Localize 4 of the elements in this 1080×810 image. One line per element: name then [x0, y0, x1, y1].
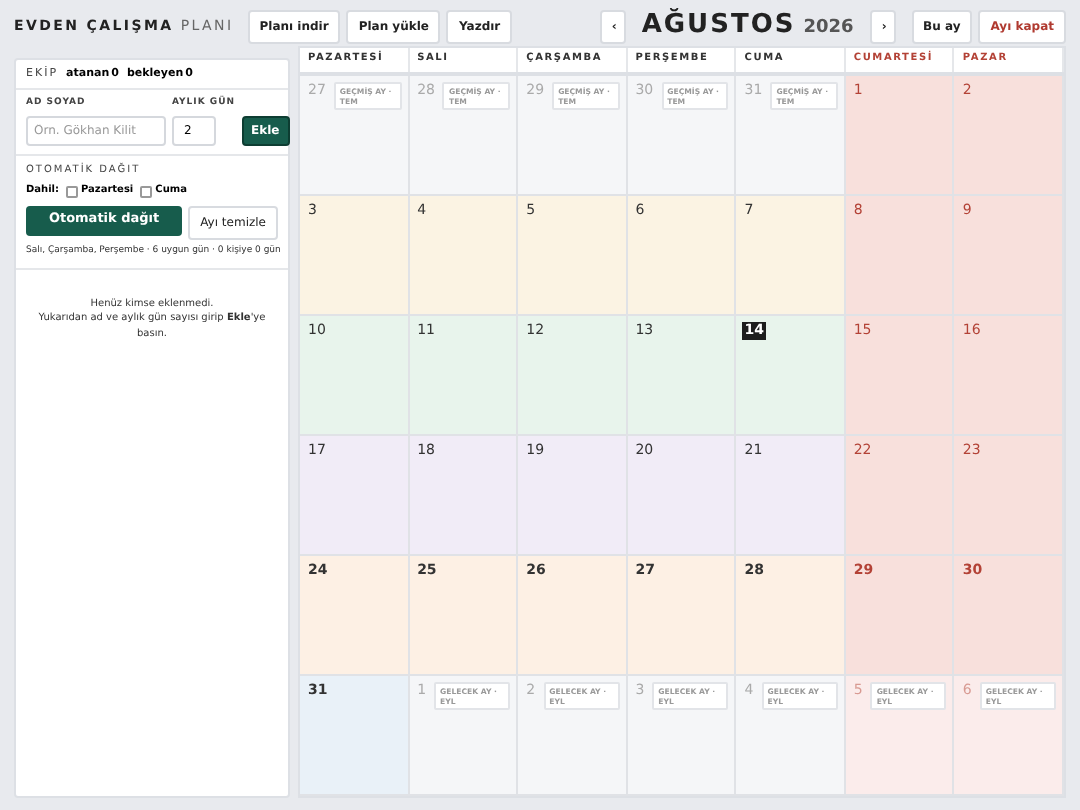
month-title: AĞUSTOS: [641, 6, 796, 45]
year-label: 2026: [803, 16, 854, 43]
checkbox[interactable]: [65, 186, 78, 198]
checkbox[interactable]: [139, 186, 152, 198]
